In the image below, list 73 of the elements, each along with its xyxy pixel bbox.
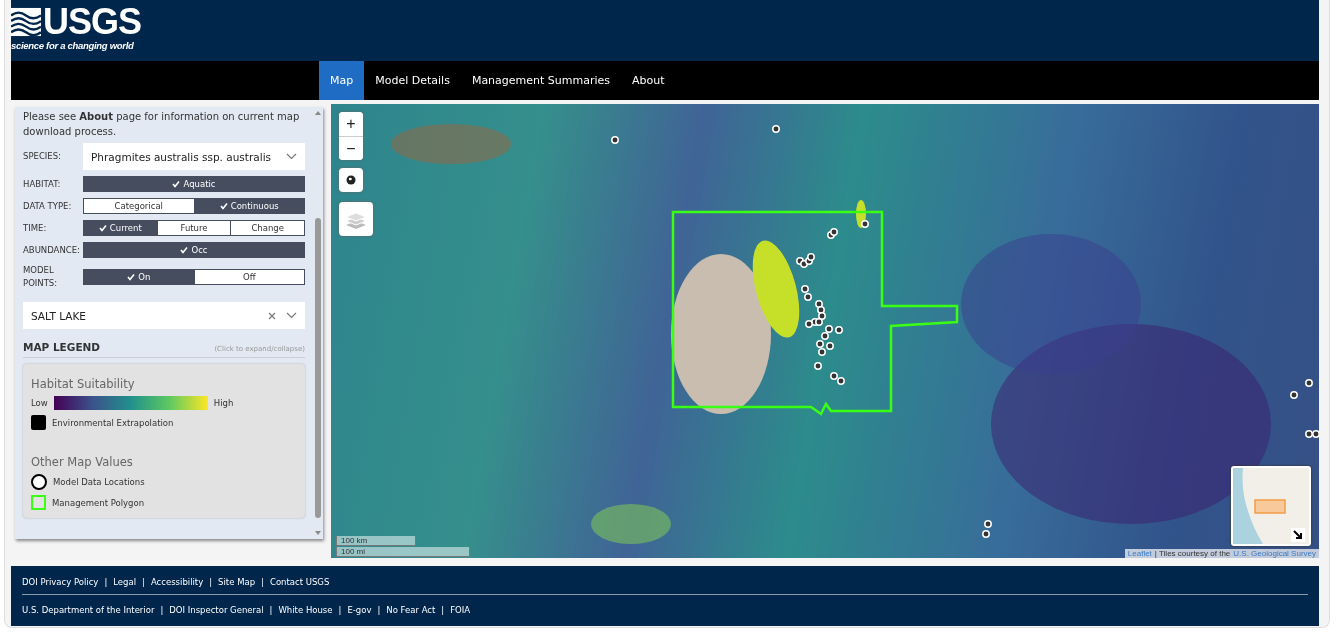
globe-icon <box>346 175 356 185</box>
link-separator: | <box>261 577 264 587</box>
link-separator: | <box>142 577 145 587</box>
link-separator: | <box>209 577 213 587</box>
toggle-button[interactable]: Future <box>156 221 231 235</box>
logo-text: USGS <box>42 4 141 40</box>
check-icon <box>172 180 181 188</box>
logo-tagline: science for a changing world <box>11 40 135 51</box>
legend-low-label: Low <box>31 398 48 408</box>
zoom-in-button[interactable]: + <box>339 112 363 136</box>
footer-link[interactable]: DOI Privacy Policy <box>22 577 99 587</box>
footer-link[interactable]: White House <box>278 605 333 615</box>
data-points-drawing[interactable] <box>611 125 1319 538</box>
link-separator: | <box>269 605 273 615</box>
legend-heading: Other Map Values <box>31 455 134 469</box>
toggle-button[interactable]: Change <box>230 221 304 235</box>
nav-tab[interactable]: Management Summaries <box>460 61 622 100</box>
nav-tab[interactable]: Map <box>319 61 365 100</box>
toggle-button[interactable]: Aquatic <box>84 177 304 191</box>
attribution-text: | Tiles courtesy of the <box>1154 549 1231 558</box>
species-dropdown[interactable]: Phragmites australis ssp. australis <box>83 143 305 170</box>
link-separator: | <box>377 605 381 615</box>
footer-link[interactable]: E-gov <box>347 605 372 615</box>
footer-link[interactable]: Contact USGS <box>269 577 330 587</box>
legend-heading: Habitat Suitability <box>31 377 136 391</box>
chevron-down-icon <box>286 153 297 160</box>
legend-high-label: High <box>213 398 234 408</box>
circle-icon <box>31 474 47 490</box>
locate-button[interactable] <box>339 168 363 192</box>
control-label: MODEL POINTS: <box>23 264 59 290</box>
legend-label: Model Data Locations <box>53 477 145 487</box>
legend-label: Environmental Extrapolation <box>52 417 174 428</box>
clear-icon[interactable] <box>268 311 276 320</box>
location-dropdown[interactable]: SALT LAKE <box>23 302 305 329</box>
toggle-button[interactable]: Off <box>193 270 304 284</box>
link-separator: | <box>441 605 445 615</box>
nav-tab[interactable]: About <box>621 61 676 100</box>
link-separator: | <box>338 605 342 615</box>
map-view[interactable]: + − 100 km 100 mi Leaflet | Tiles courtesy of the U.S. Geological Survey <box>331 104 1319 558</box>
footer-link[interactable]: Accessibility <box>150 577 204 587</box>
toggle-button[interactable]: Occ <box>84 243 304 257</box>
footer-link[interactable]: DOI Inspector General <box>169 605 264 615</box>
scale-bar: 100 mi <box>336 547 470 557</box>
zoom-out-button[interactable]: − <box>339 136 363 160</box>
control-label: SPECIES: <box>23 150 62 163</box>
swatch-icon <box>31 415 46 430</box>
footer-link[interactable]: No Fear Act <box>386 605 436 615</box>
control-label: TIME: <box>23 221 48 235</box>
control-label: DATA TYPE: <box>23 199 73 213</box>
link-separator: | <box>104 577 108 587</box>
square-icon <box>31 495 46 510</box>
control-label: ABUNDANCE: <box>23 243 81 257</box>
link-separator: | <box>160 605 164 615</box>
legend-label: Management Polygon <box>52 497 145 508</box>
toggle-button[interactable]: On <box>84 270 194 284</box>
footer-link[interactable]: U.S. Department of the Interior <box>22 605 155 615</box>
footer-link[interactable]: FOIA <box>450 605 471 615</box>
footer-link[interactable]: Legal <box>113 577 137 587</box>
check-icon <box>127 273 136 281</box>
check-icon <box>180 246 189 254</box>
scale-bar: 100 km <box>336 536 416 546</box>
chevron-down-icon <box>286 312 297 319</box>
footer-link[interactable]: Site Map <box>218 577 256 587</box>
toggle-button[interactable]: Categorical <box>84 199 194 213</box>
nav-tab[interactable]: Model Details <box>364 61 461 100</box>
management-polygon[interactable] <box>671 210 959 416</box>
check-icon <box>98 224 107 232</box>
toggle-button[interactable]: Current <box>84 221 157 235</box>
legend-title: MAP LEGEND <box>23 341 101 353</box>
check-icon <box>219 202 228 210</box>
intro-text: Please see About page for information on current map download process. <box>23 110 301 139</box>
toggle-button[interactable]: Continuous <box>193 199 304 213</box>
control-label: HABITAT: <box>23 177 62 191</box>
